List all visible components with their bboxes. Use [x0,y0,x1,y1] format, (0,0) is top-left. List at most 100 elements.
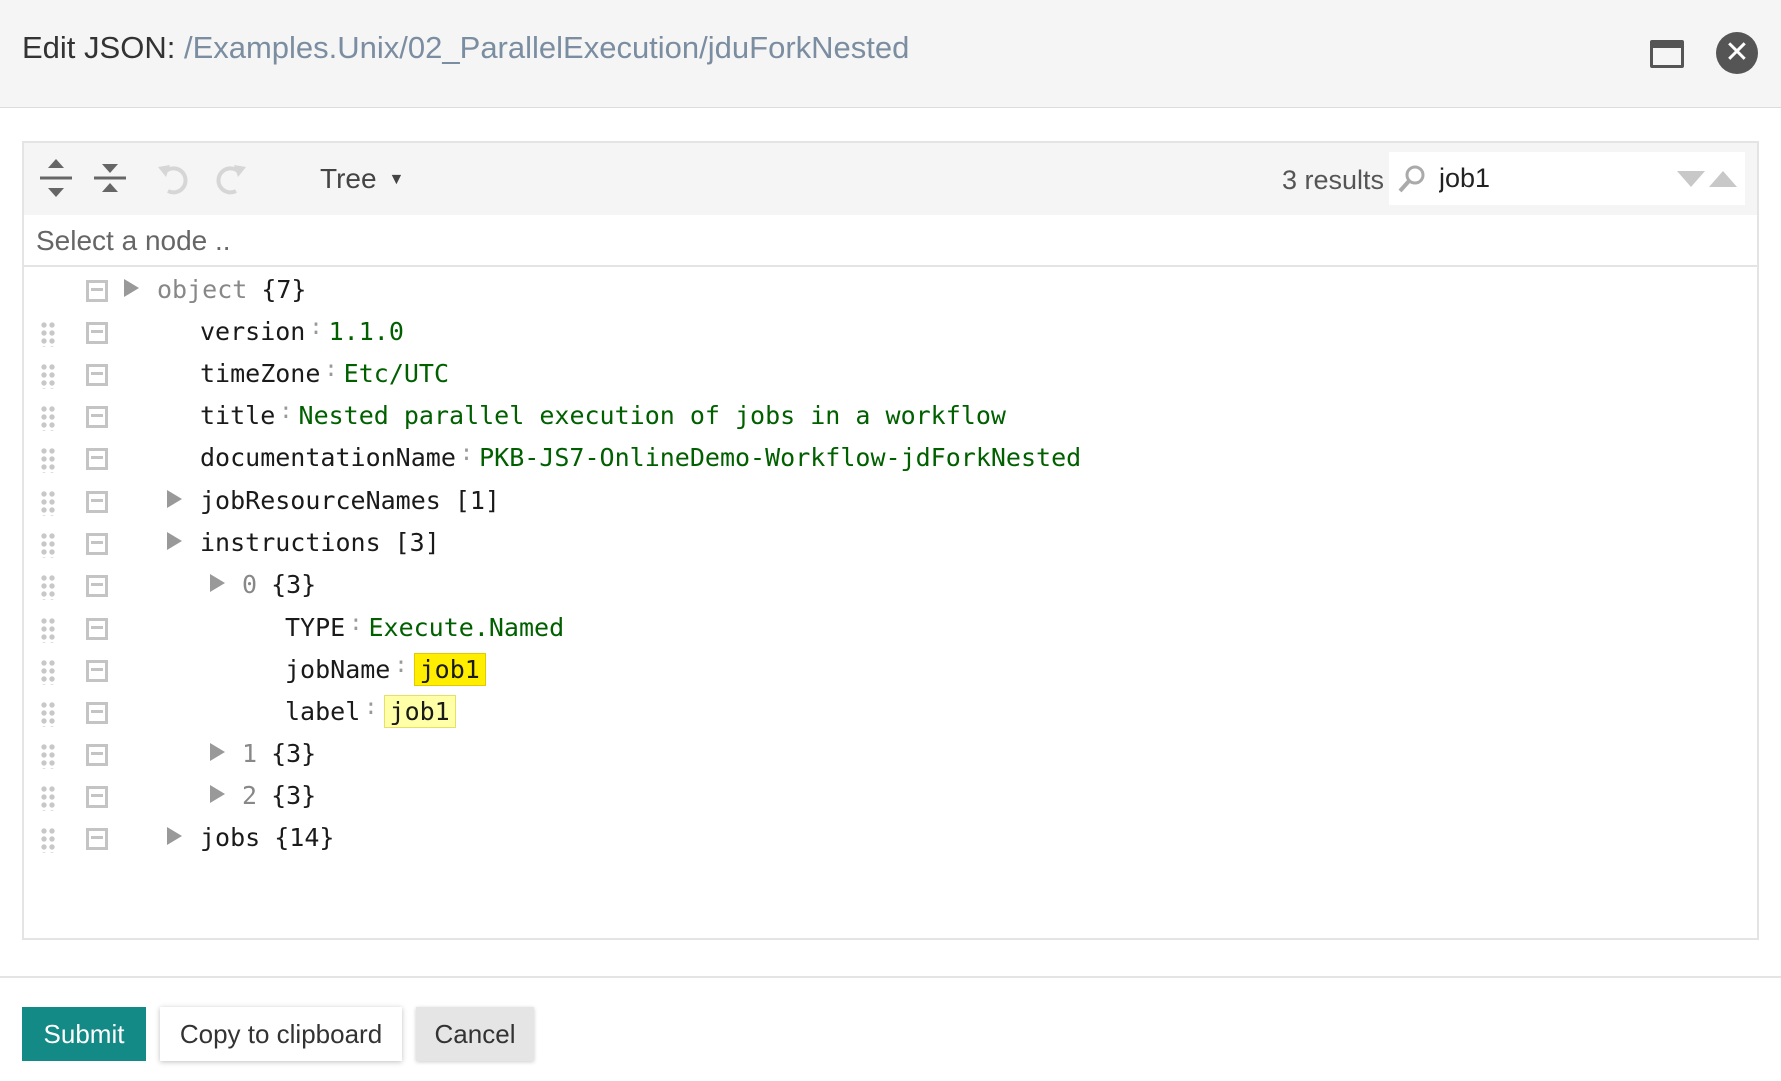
root-type: object [157,275,248,304]
tree-node-instructions[interactable]: instructions [3] [24,520,1757,568]
search-next-icon[interactable] [1677,171,1705,187]
context-menu-icon[interactable] [86,744,108,766]
expand-all-icon[interactable] [36,157,76,199]
mode-label: Tree [320,163,377,194]
tree-node-timezone[interactable]: timeZone: Etc/UTC [24,351,1757,399]
dialog-title-label: Edit JSON: [22,30,176,65]
node-index: 2 [242,781,258,810]
context-menu-icon[interactable] [86,533,108,555]
search-icon [1398,165,1425,193]
context-menu-icon[interactable] [86,280,108,302]
tree-node-version[interactable]: version:1.1.0 [24,309,1757,357]
tree-node-title[interactable]: title: Nested parallel execution of jobs … [24,393,1757,441]
drag-handle-icon[interactable] [40,701,56,727]
node-key[interactable]: jobName [285,655,390,684]
search-input[interactable] [1439,158,1669,198]
expand-arrow-icon[interactable] [124,279,139,297]
node-value[interactable]: Etc/UTC [344,359,449,388]
node-selector[interactable]: Select a node .. [24,215,1757,267]
collapse-all-icon[interactable] [90,157,130,199]
caret-down-icon: ▼ [388,171,405,188]
close-icon[interactable]: ✕ [1716,32,1758,74]
expand-arrow-icon[interactable] [210,785,225,803]
search-match-active[interactable]: job1 [413,653,486,686]
drag-handle-icon[interactable] [40,785,56,811]
drag-handle-icon[interactable] [40,363,56,389]
context-menu-icon[interactable] [86,618,108,640]
node-key[interactable]: version [200,317,305,346]
drag-handle-icon[interactable] [40,490,56,516]
tree-node-job-resource-names[interactable]: jobResourceNames [1] [24,478,1757,526]
footer-divider [0,976,1781,978]
mode-dropdown[interactable]: Tree ▼ [320,163,404,195]
context-menu-icon[interactable] [86,828,108,850]
cancel-button[interactable]: Cancel [416,1007,534,1061]
drag-handle-icon[interactable] [40,659,56,685]
undo-icon[interactable] [154,157,194,199]
context-menu-icon[interactable] [86,491,108,513]
node-count: {14} [274,823,335,852]
maximize-icon[interactable] [1650,40,1684,68]
context-menu-icon[interactable] [86,322,108,344]
tree-node-job-name[interactable]: jobName: job1 [24,647,1757,695]
context-menu-icon[interactable] [86,364,108,386]
drag-handle-icon[interactable] [40,447,56,473]
node-key[interactable]: timeZone [200,359,320,388]
drag-handle-icon[interactable] [40,574,56,600]
tree-node-instruction-2[interactable]: 2 {3} [24,773,1757,821]
root-count: {7} [261,275,307,304]
node-value[interactable]: PKB-JS7-OnlineDemo-Workflow-jdForkNested [479,443,1081,472]
drag-handle-icon[interactable] [40,827,56,853]
expand-arrow-icon[interactable] [167,827,182,845]
drag-handle-icon[interactable] [40,617,56,643]
node-selector-placeholder: Select a node .. [36,225,231,256]
drag-handle-icon[interactable] [40,405,56,431]
tree-node-instruction-1[interactable]: 1 {3} [24,731,1757,779]
expand-arrow-icon[interactable] [210,574,225,592]
node-index: 1 [242,739,258,768]
editor-toolbar: Tree ▼ 3 results [24,143,1757,215]
context-menu-icon[interactable] [86,786,108,808]
search-box [1389,152,1745,205]
expand-arrow-icon[interactable] [167,532,182,550]
node-key[interactable]: title [200,401,275,430]
node-count: {3} [271,570,317,599]
dialog-title: Edit JSON: /Examples.Unix/02_ParallelExe… [22,30,909,66]
json-editor: Tree ▼ 3 results Select a node .. object {… [22,141,1759,940]
node-key[interactable]: TYPE [285,613,345,642]
tree-node-instruction-0[interactable]: 0 {3} [24,562,1757,610]
node-key[interactable]: jobResourceNames [200,486,441,515]
search-match[interactable]: job1 [383,695,456,728]
tree-node-root[interactable]: object {7} [24,267,1757,315]
node-key[interactable]: jobs [200,823,260,852]
search-results-count: 3 results [1282,165,1385,195]
tree-node-type[interactable]: TYPE: Execute.Named [24,605,1757,653]
drag-handle-icon[interactable] [40,532,56,558]
node-key[interactable]: label [285,697,360,726]
context-menu-icon[interactable] [86,575,108,597]
tree-node-label[interactable]: label: job1 [24,689,1757,737]
node-value[interactable]: 1.1.0 [329,317,404,346]
node-value[interactable]: Nested parallel execution of jobs in a w… [299,401,1006,430]
copy-to-clipboard-button[interactable]: Copy to clipboard [160,1007,402,1061]
expand-arrow-icon[interactable] [210,743,225,761]
tree-node-documentation-name[interactable]: documentationName: PKB-JS7-OnlineDemo-Wor… [24,435,1757,483]
search-previous-icon[interactable] [1709,171,1737,187]
context-menu-icon[interactable] [86,406,108,428]
dialog-header: Edit JSON: /Examples.Unix/02_ParallelExe… [0,0,1781,108]
context-menu-icon[interactable] [86,702,108,724]
expand-arrow-icon[interactable] [167,490,182,508]
submit-button[interactable]: Submit [22,1007,146,1061]
node-count: [1] [454,486,500,515]
drag-handle-icon[interactable] [40,321,56,347]
node-count: {3} [271,739,317,768]
tree-node-jobs[interactable]: jobs {14} [24,815,1757,863]
dialog-title-path: /Examples.Unix/02_ParallelExecution/jduF… [183,30,910,65]
context-menu-icon[interactable] [86,448,108,470]
node-key[interactable]: documentationName [200,443,456,472]
redo-icon[interactable] [210,157,250,199]
drag-handle-icon[interactable] [40,743,56,769]
context-menu-icon[interactable] [86,660,108,682]
node-key[interactable]: instructions [200,528,381,557]
node-value[interactable]: Execute.Named [368,613,564,642]
